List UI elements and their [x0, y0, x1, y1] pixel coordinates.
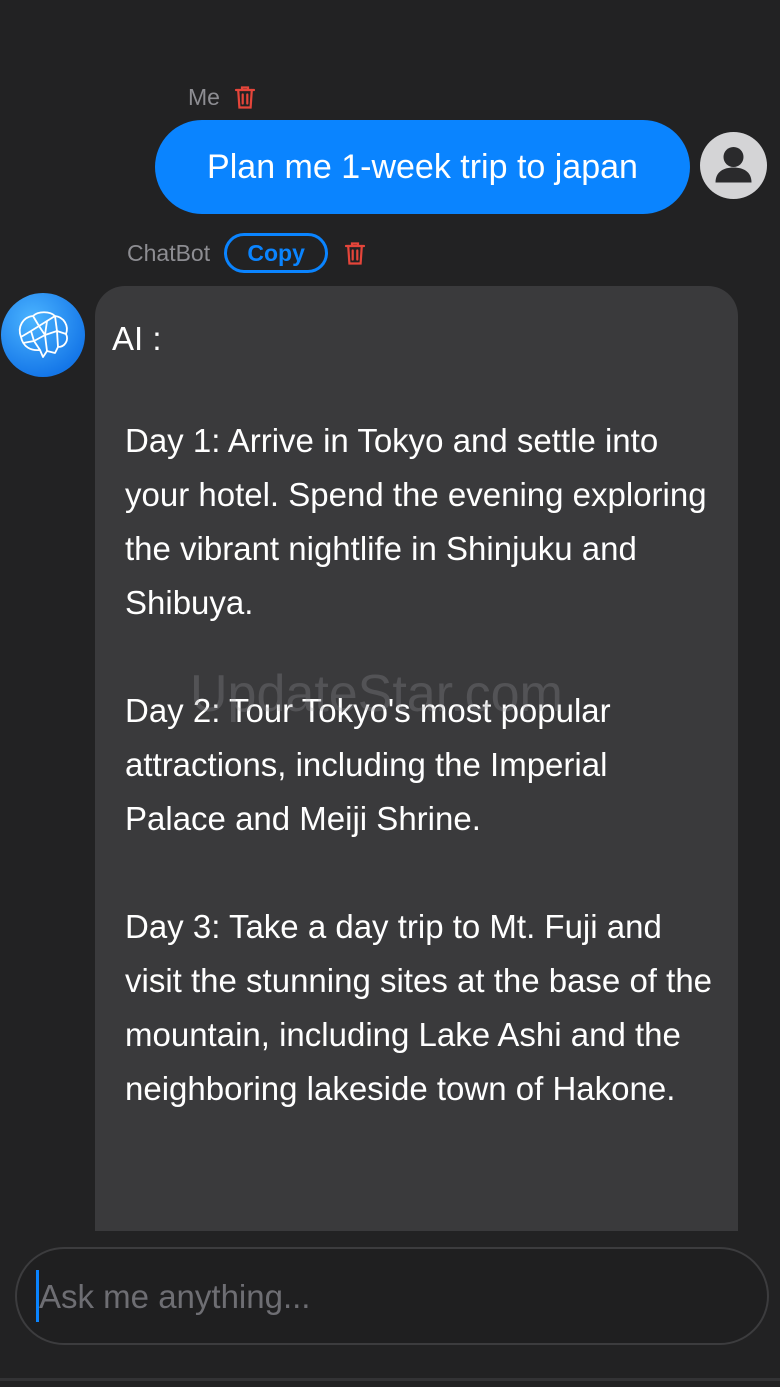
text-caret: [36, 1270, 39, 1322]
user-name-label: Me: [188, 84, 220, 110]
user-message-text: Plan me 1-week trip to japan: [207, 147, 638, 186]
message-input-container: [15, 1247, 769, 1345]
user-message-header: Me: [188, 84, 256, 111]
user-silhouette-icon: [715, 147, 752, 183]
bot-name-label: ChatBot: [127, 239, 211, 266]
copy-button[interactable]: Copy: [224, 233, 329, 273]
chat-screen: Me Plan me 1-week trip to japan ChatBot …: [0, 0, 780, 1387]
bot-message-header: ChatBot Copy: [127, 233, 366, 273]
bot-message-bubble: AI : Day 1: Arrive in Tokyo and settle i…: [95, 286, 738, 1231]
trash-icon[interactable]: [234, 85, 256, 110]
bot-message-text[interactable]: Day 1: Arrive in Tokyo and settle into y…: [125, 414, 715, 1170]
message-input[interactable]: [39, 1269, 739, 1325]
user-avatar: [700, 132, 767, 199]
itinerary-day-2: Day 2: Tour Tokyo's most popular attract…: [125, 692, 611, 837]
brain-network-icon: [18, 311, 68, 358]
trash-icon[interactable]: [344, 241, 366, 266]
user-message-bubble: Plan me 1-week trip to japan: [155, 120, 690, 214]
itinerary-day-1: Day 1: Arrive in Tokyo and settle into y…: [125, 422, 707, 621]
bottom-divider: [0, 1378, 780, 1381]
bot-message-prefix: AI :: [112, 320, 162, 357]
bot-avatar: [1, 293, 85, 377]
itinerary-day-3: Day 3: Take a day trip to Mt. Fuji and v…: [125, 908, 713, 1107]
